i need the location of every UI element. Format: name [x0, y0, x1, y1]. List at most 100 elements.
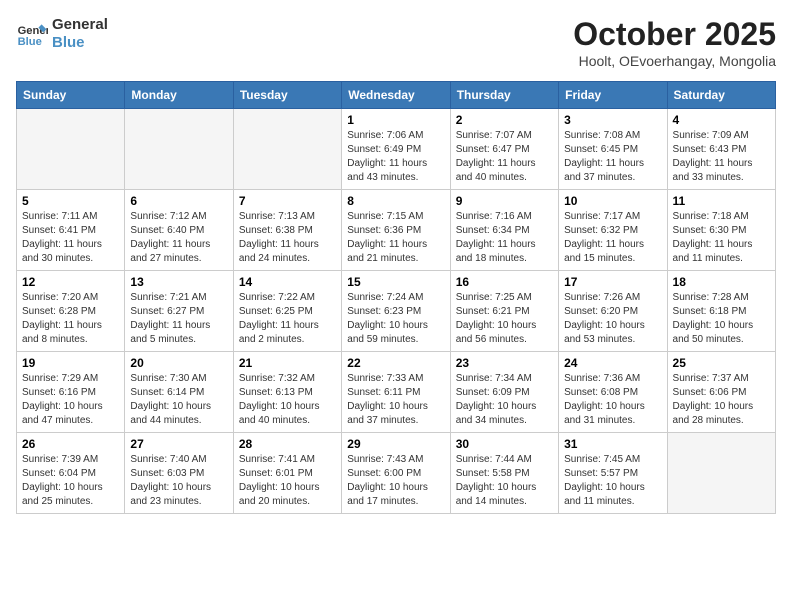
- day-number: 25: [673, 356, 770, 370]
- calendar-cell: 25 Sunrise: 7:37 AM Sunset: 6:06 PM Dayli…: [667, 352, 775, 433]
- day-info: Sunrise: 7:16 AM Sunset: 6:34 PM Dayligh…: [456, 210, 553, 266]
- day-number: 14: [239, 275, 336, 289]
- day-info: Sunrise: 7:32 AM Sunset: 6:13 PM Dayligh…: [239, 372, 336, 428]
- weekday-header-sunday: Sunday: [17, 82, 125, 109]
- day-number: 29: [347, 437, 444, 451]
- calendar-cell: 6Sunrise: 7:12 AM Sunset: 6:40 PM Daylig…: [125, 190, 233, 271]
- calendar-cell: [125, 109, 233, 190]
- day-number: 6: [130, 194, 227, 208]
- calendar-cell: 29 Sunrise: 7:43 AM Sunset: 6:00 PM Dayli…: [342, 433, 450, 514]
- calendar-cell: 26Sunrise: 7:39 AM Sunset: 6:04 PM Dayli…: [17, 433, 125, 514]
- title-block: October 2025 Hoolt, OEvoerhangay, Mongol…: [573, 16, 776, 69]
- day-info: Sunrise: 7:33 AM Sunset: 6:11 PM Dayligh…: [347, 372, 444, 428]
- weekday-header-monday: Monday: [125, 82, 233, 109]
- day-info: Sunrise: 7:28 AM Sunset: 6:18 PM Dayligh…: [673, 291, 770, 347]
- day-number: 27: [130, 437, 227, 451]
- day-info: Sunrise: 7:06 AM Sunset: 6:49 PM Dayligh…: [347, 129, 444, 185]
- calendar-cell: 22Sunrise: 7:33 AM Sunset: 6:11 PM Dayli…: [342, 352, 450, 433]
- day-number: 11: [673, 194, 770, 208]
- logo: General Blue General Blue: [16, 16, 108, 52]
- day-number: 20: [130, 356, 227, 370]
- calendar-cell: 11 Sunrise: 7:18 AM Sunset: 6:30 PM Dayli…: [667, 190, 775, 271]
- calendar-cell: 21 Sunrise: 7:32 AM Sunset: 6:13 PM Dayli…: [233, 352, 341, 433]
- calendar-cell: 14 Sunrise: 7:22 AM Sunset: 6:25 PM Dayli…: [233, 271, 341, 352]
- day-number: 21: [239, 356, 336, 370]
- calendar-cell: 13 Sunrise: 7:21 AM Sunset: 6:27 PM Dayli…: [125, 271, 233, 352]
- day-info: Sunrise: 7:17 AM Sunset: 6:32 PM Dayligh…: [564, 210, 661, 266]
- day-number: 28: [239, 437, 336, 451]
- day-number: 15: [347, 275, 444, 289]
- day-number: 18: [673, 275, 770, 289]
- day-number: 24: [564, 356, 661, 370]
- day-number: 23: [456, 356, 553, 370]
- day-info: Sunrise: 7:39 AM Sunset: 6:04 PM Dayligh…: [22, 453, 119, 509]
- day-info: Sunrise: 7:25 AM Sunset: 6:21 PM Dayligh…: [456, 291, 553, 347]
- calendar-cell: 3Sunrise: 7:08 AM Sunset: 6:45 PM Daylig…: [559, 109, 667, 190]
- day-info: Sunrise: 7:18 AM Sunset: 6:30 PM Dayligh…: [673, 210, 770, 266]
- day-info: Sunrise: 7:30 AM Sunset: 6:14 PM Dayligh…: [130, 372, 227, 428]
- calendar-cell: 16 Sunrise: 7:25 AM Sunset: 6:21 PM Dayli…: [450, 271, 558, 352]
- day-number: 4: [673, 113, 770, 127]
- weekday-header-saturday: Saturday: [667, 82, 775, 109]
- day-info: Sunrise: 7:07 AM Sunset: 6:47 PM Dayligh…: [456, 129, 553, 185]
- calendar-cell: [233, 109, 341, 190]
- calendar-cell: 31 Sunrise: 7:45 AM Sunset: 5:57 PM Dayli…: [559, 433, 667, 514]
- day-number: 9: [456, 194, 553, 208]
- month-title: October 2025: [573, 16, 776, 53]
- logo-general: General: [52, 16, 108, 34]
- svg-text:Blue: Blue: [18, 36, 42, 48]
- day-number: 1: [347, 113, 444, 127]
- calendar-cell: [667, 433, 775, 514]
- day-info: Sunrise: 7:21 AM Sunset: 6:27 PM Dayligh…: [130, 291, 227, 347]
- calendar-cell: 5Sunrise: 7:11 AM Sunset: 6:41 PM Daylig…: [17, 190, 125, 271]
- calendar-cell: 1 Sunrise: 7:06 AM Sunset: 6:49 PM Daylig…: [342, 109, 450, 190]
- day-number: 12: [22, 275, 119, 289]
- day-number: 10: [564, 194, 661, 208]
- weekday-header-row: SundayMondayTuesdayWednesdayThursdayFrid…: [17, 82, 776, 109]
- logo-icon: General Blue: [16, 18, 48, 50]
- day-number: 30: [456, 437, 553, 451]
- calendar-cell: 30 Sunrise: 7:44 AM Sunset: 5:58 PM Dayli…: [450, 433, 558, 514]
- day-number: 31: [564, 437, 661, 451]
- calendar-cell: 20 Sunrise: 7:30 AM Sunset: 6:14 PM Dayli…: [125, 352, 233, 433]
- day-info: Sunrise: 7:43 AM Sunset: 6:00 PM Dayligh…: [347, 453, 444, 509]
- calendar-cell: 12Sunrise: 7:20 AM Sunset: 6:28 PM Dayli…: [17, 271, 125, 352]
- calendar-cell: 23Sunrise: 7:34 AM Sunset: 6:09 PM Dayli…: [450, 352, 558, 433]
- calendar-cell: 10 Sunrise: 7:17 AM Sunset: 6:32 PM Dayli…: [559, 190, 667, 271]
- day-number: 13: [130, 275, 227, 289]
- calendar-cell: 15 Sunrise: 7:24 AM Sunset: 6:23 PM Dayli…: [342, 271, 450, 352]
- calendar-cell: 28Sunrise: 7:41 AM Sunset: 6:01 PM Dayli…: [233, 433, 341, 514]
- weekday-header-friday: Friday: [559, 82, 667, 109]
- weekday-header-wednesday: Wednesday: [342, 82, 450, 109]
- day-number: 7: [239, 194, 336, 208]
- calendar-table: SundayMondayTuesdayWednesdayThursdayFrid…: [16, 81, 776, 514]
- day-number: 19: [22, 356, 119, 370]
- calendar-week-row: 12Sunrise: 7:20 AM Sunset: 6:28 PM Dayli…: [17, 271, 776, 352]
- weekday-header-tuesday: Tuesday: [233, 82, 341, 109]
- page-header: General Blue General Blue October 2025 H…: [16, 16, 776, 69]
- calendar-cell: 9 Sunrise: 7:16 AM Sunset: 6:34 PM Daylig…: [450, 190, 558, 271]
- calendar-week-row: 1 Sunrise: 7:06 AM Sunset: 6:49 PM Daylig…: [17, 109, 776, 190]
- day-info: Sunrise: 7:37 AM Sunset: 6:06 PM Dayligh…: [673, 372, 770, 428]
- day-info: Sunrise: 7:09 AM Sunset: 6:43 PM Dayligh…: [673, 129, 770, 185]
- day-number: 16: [456, 275, 553, 289]
- calendar-cell: 8Sunrise: 7:15 AM Sunset: 6:36 PM Daylig…: [342, 190, 450, 271]
- logo-blue: Blue: [52, 34, 108, 52]
- day-info: Sunrise: 7:45 AM Sunset: 5:57 PM Dayligh…: [564, 453, 661, 509]
- weekday-header-thursday: Thursday: [450, 82, 558, 109]
- day-info: Sunrise: 7:13 AM Sunset: 6:38 PM Dayligh…: [239, 210, 336, 266]
- calendar-cell: 19Sunrise: 7:29 AM Sunset: 6:16 PM Dayli…: [17, 352, 125, 433]
- calendar-week-row: 26Sunrise: 7:39 AM Sunset: 6:04 PM Dayli…: [17, 433, 776, 514]
- calendar-week-row: 5Sunrise: 7:11 AM Sunset: 6:41 PM Daylig…: [17, 190, 776, 271]
- day-info: Sunrise: 7:22 AM Sunset: 6:25 PM Dayligh…: [239, 291, 336, 347]
- day-number: 17: [564, 275, 661, 289]
- day-info: Sunrise: 7:08 AM Sunset: 6:45 PM Dayligh…: [564, 129, 661, 185]
- calendar-cell: 2Sunrise: 7:07 AM Sunset: 6:47 PM Daylig…: [450, 109, 558, 190]
- calendar-cell: 7 Sunrise: 7:13 AM Sunset: 6:38 PM Daylig…: [233, 190, 341, 271]
- calendar-cell: 18 Sunrise: 7:28 AM Sunset: 6:18 PM Dayli…: [667, 271, 775, 352]
- day-number: 8: [347, 194, 444, 208]
- calendar-cell: 4 Sunrise: 7:09 AM Sunset: 6:43 PM Daylig…: [667, 109, 775, 190]
- day-info: Sunrise: 7:44 AM Sunset: 5:58 PM Dayligh…: [456, 453, 553, 509]
- day-info: Sunrise: 7:24 AM Sunset: 6:23 PM Dayligh…: [347, 291, 444, 347]
- calendar-cell: [17, 109, 125, 190]
